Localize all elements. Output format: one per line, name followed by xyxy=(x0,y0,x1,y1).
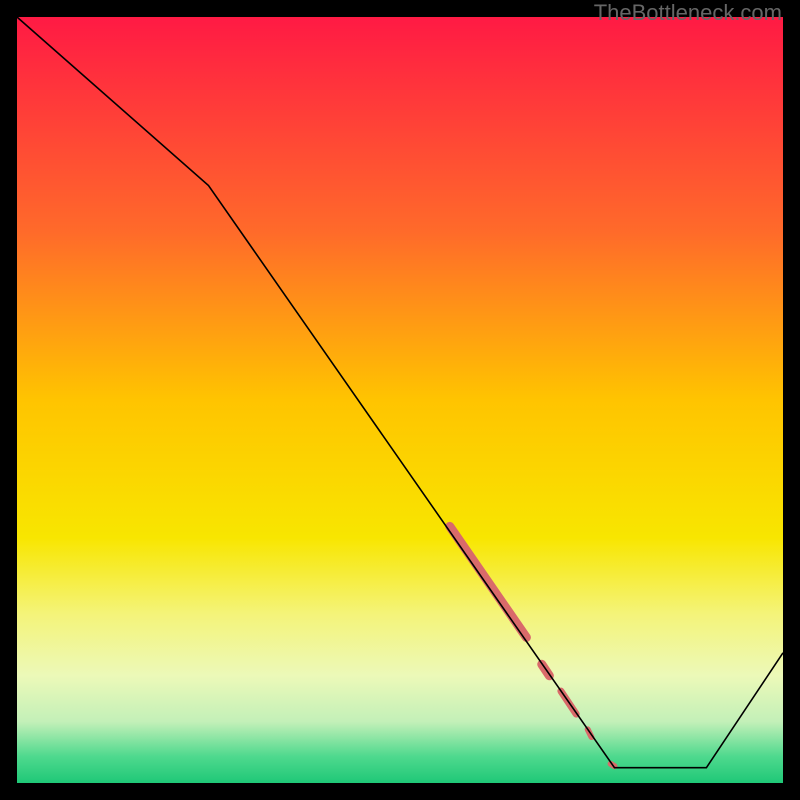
bottleneck-curve xyxy=(17,17,783,768)
highlight-band xyxy=(450,526,615,766)
plot-area xyxy=(17,17,783,783)
chart-frame: TheBottleneck.com xyxy=(0,0,800,800)
watermark-text: TheBottleneck.com xyxy=(594,0,782,26)
chart-overlay xyxy=(17,17,783,783)
